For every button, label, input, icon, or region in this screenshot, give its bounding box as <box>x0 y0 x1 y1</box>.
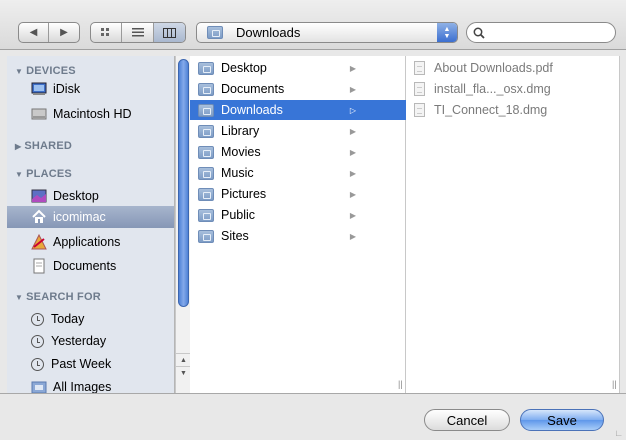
file-icon <box>414 103 425 117</box>
sidebar-item-idisk[interactable]: iDisk <box>7 78 174 100</box>
browser-column-downloads: About Downloads.pdf install_fla..._osx.d… <box>406 56 620 393</box>
chevron-right-icon: ▶ <box>349 189 356 199</box>
desktop-icon <box>31 189 47 203</box>
back-button[interactable]: ◀ <box>19 23 50 42</box>
disclosure-icon: ▼ <box>15 293 24 302</box>
folder-icon <box>198 229 214 243</box>
save-button[interactable]: Save <box>520 409 604 431</box>
toolbar: ◀ ▶ Downloads ▲ ▼ <box>0 0 626 50</box>
folder-row-music[interactable]: Music ▶ <box>190 163 406 183</box>
resize-grip-icon[interactable]: ∟ <box>614 428 623 438</box>
sidebar-item-past-week[interactable]: Past Week <box>7 353 174 375</box>
scroll-thumb[interactable] <box>178 59 189 307</box>
sidebar-item-icomimac[interactable]: icomimac <box>7 206 174 228</box>
dialog-footer: Cancel Save ∟ <box>0 393 626 440</box>
sidebar-item-documents[interactable]: Documents <box>7 255 174 277</box>
sidebar-header-devices[interactable]: ▼ DEVICES <box>15 65 76 77</box>
sidebar-item-desktop[interactable]: Desktop <box>7 185 174 207</box>
sidebar-header-search-for[interactable]: ▼ SEARCH FOR <box>15 291 101 303</box>
back-arrow-icon: ◀ <box>29 27 38 38</box>
forward-button[interactable]: ▶ <box>49 23 79 42</box>
chevron-right-icon: ▶ <box>349 210 356 220</box>
applications-icon <box>31 234 47 250</box>
icon-view-button[interactable] <box>91 23 123 42</box>
sidebar-header-places[interactable]: ▼ PLACES <box>15 168 72 180</box>
popup-arrows-icon: ▲ ▼ <box>437 23 457 42</box>
disclosure-icon: ▼ <box>15 67 24 76</box>
sidebar-item-today[interactable]: Today <box>7 308 174 330</box>
location-label: Downloads <box>236 25 301 40</box>
folder-icon <box>198 124 214 138</box>
images-folder-icon <box>31 381 47 393</box>
sidebar-item-macintosh-hd[interactable]: Macintosh HD <box>7 103 174 125</box>
chevron-right-icon: ▶ <box>349 126 356 136</box>
file-icon <box>414 82 425 96</box>
folder-icon <box>198 166 214 180</box>
column-resize-handle[interactable]: || <box>398 379 403 389</box>
browser-column-home: Desktop ▶ Documents ▶ Downloads ▷ Library ▶ … <box>190 56 406 393</box>
disclosure-icon: ▶ <box>15 142 22 151</box>
folder-icon <box>198 187 214 201</box>
clock-icon <box>31 357 44 371</box>
folder-row-sites[interactable]: Sites ▶ <box>190 226 406 246</box>
grid-icon <box>100 28 109 36</box>
forward-arrow-icon: ▶ <box>60 27 68 38</box>
sidebar: ▼ DEVICES iDisk Macintosh HD ▶ SHARED ▼ PLA… <box>7 56 175 393</box>
chevron-right-icon: ▶ <box>349 147 356 157</box>
chevron-right-icon: ▶ <box>349 168 356 178</box>
nav-buttons: ◀ ▶ <box>18 22 80 43</box>
folder-row-pictures[interactable]: Pictures ▶ <box>190 184 406 204</box>
clock-icon <box>31 334 44 348</box>
scroll-up-button[interactable]: ▲ <box>176 353 191 366</box>
sidebar-item-applications[interactable]: Applications <box>7 231 174 253</box>
list-icon <box>131 28 144 37</box>
folder-icon <box>198 208 214 222</box>
chevron-right-icon: ▶ <box>349 63 356 73</box>
chevron-right-icon: ▶ <box>349 231 356 241</box>
folder-icon <box>198 61 214 75</box>
file-row[interactable]: install_fla..._osx.dmg <box>406 79 620 99</box>
folder-icon <box>198 103 214 117</box>
cancel-button[interactable]: Cancel <box>424 409 510 431</box>
folder-icon <box>198 82 214 96</box>
up-arrow-icon: ▲ <box>180 356 187 364</box>
chevron-right-icon: ▶ <box>349 84 356 94</box>
file-icon <box>414 61 425 75</box>
folder-row-public[interactable]: Public ▶ <box>190 205 406 225</box>
file-row[interactable]: About Downloads.pdf <box>406 58 620 78</box>
folder-row-library[interactable]: Library ▶ <box>190 121 406 141</box>
file-row[interactable]: TI_Connect_18.dmg <box>406 100 620 120</box>
location-popup[interactable]: Downloads ▲ ▼ <box>196 22 458 43</box>
folder-icon <box>198 145 214 159</box>
disclosure-icon: ▼ <box>15 170 24 179</box>
folder-row-documents[interactable]: Documents ▶ <box>190 79 406 99</box>
folder-row-desktop[interactable]: Desktop ▶ <box>190 58 406 78</box>
search-icon <box>473 27 485 39</box>
folder-icon <box>207 26 223 39</box>
sidebar-item-yesterday[interactable]: Yesterday <box>7 330 174 352</box>
documents-icon <box>33 258 45 274</box>
hard-drive-icon <box>31 108 47 120</box>
list-view-button[interactable] <box>122 23 154 42</box>
down-arrow-icon: ▼ <box>180 369 187 377</box>
idisk-icon <box>31 82 47 95</box>
chevron-right-icon: ▷ <box>349 105 356 115</box>
search-field[interactable] <box>466 22 616 43</box>
sidebar-scrollbar[interactable]: ▲ ▼ <box>175 56 191 393</box>
column-view-button[interactable] <box>153 23 185 42</box>
sidebar-item-all-images[interactable]: All Images <box>7 376 174 393</box>
sidebar-header-shared[interactable]: ▶ SHARED <box>15 140 72 152</box>
clock-icon <box>31 312 44 326</box>
folder-row-downloads[interactable]: Downloads ▷ <box>190 100 406 120</box>
columns-icon <box>162 27 176 38</box>
view-switcher <box>90 22 186 43</box>
scroll-down-button[interactable]: ▼ <box>176 366 191 379</box>
column-resize-handle[interactable]: || <box>612 379 617 389</box>
home-icon <box>32 209 46 223</box>
folder-row-movies[interactable]: Movies ▶ <box>190 142 406 162</box>
